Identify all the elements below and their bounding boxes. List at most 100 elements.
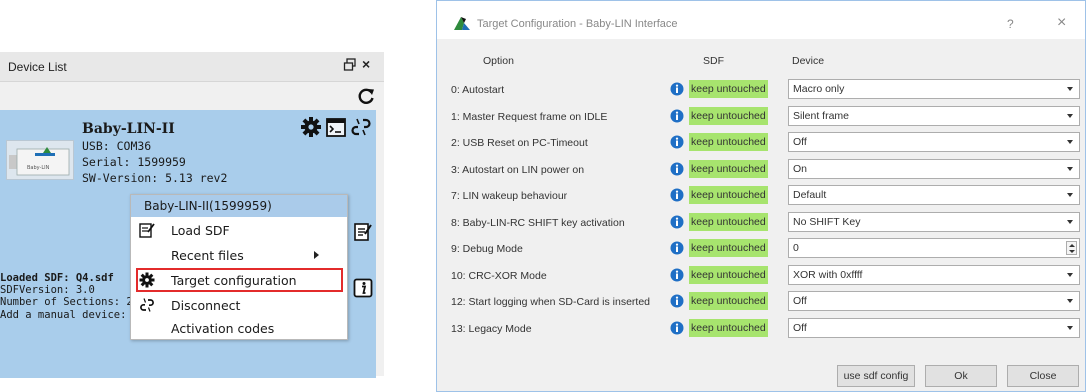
config-row: 12: Start logging when SD-Card is insert… <box>437 290 1085 312</box>
dialog-title: Target Configuration - Baby-LIN Interfac… <box>477 18 678 30</box>
device-value-dropdown[interactable]: Off <box>788 291 1080 311</box>
dropdown-arrow-icon <box>1067 113 1073 118</box>
device-value: On <box>793 162 808 175</box>
device-sw-version: SW-Version: 5.13 rev2 <box>82 171 228 185</box>
close-button[interactable]: Close <box>1007 365 1079 387</box>
config-row: 8: Baby-LIN-RC SHIFT key activation keep … <box>437 211 1085 233</box>
help-button[interactable]: ? <box>1007 17 1014 31</box>
sdf-value-badge: keep untouched <box>689 106 768 125</box>
config-option-label: 12: Start logging when SD-Card is insert… <box>451 296 651 308</box>
sdf-value-badge: keep untouched <box>689 159 768 178</box>
sdf-value-badge: keep untouched <box>689 212 768 231</box>
target-configuration-dialog: Target Configuration - Baby-LIN Interfac… <box>436 0 1086 392</box>
menu-item-target-configuration[interactable]: Target configuration <box>136 268 343 292</box>
dropdown-arrow-icon <box>1067 140 1073 144</box>
menu-item-activation-codes[interactable]: Activation codes <box>131 317 347 339</box>
device-value: Off <box>793 295 807 307</box>
device-value-dropdown[interactable]: Silent frame <box>788 105 1080 126</box>
device-value-dropdown[interactable]: XOR with 0xffff <box>788 264 1080 285</box>
menu-item-load-sdf[interactable]: Load SDF <box>131 219 347 241</box>
info-icon[interactable] <box>353 278 373 298</box>
ok-button[interactable]: Ok <box>925 365 997 387</box>
device-list-titlebar: Device List × <box>0 52 384 82</box>
config-option-label: 10: CRC-XOR Mode <box>451 269 547 282</box>
float-window-icon[interactable] <box>343 58 357 72</box>
column-header-option: Option <box>483 55 514 67</box>
config-row: 13: Legacy Mode keep untouched Off <box>437 317 1085 339</box>
info-icon[interactable] <box>670 135 684 149</box>
disconnect-icon[interactable] <box>350 116 372 138</box>
menu-item-disconnect[interactable]: Disconnect <box>131 294 347 316</box>
device-value: Default <box>793 189 827 201</box>
spinner-arrows-icon[interactable] <box>1066 241 1077 255</box>
dialog-close-button[interactable]: × <box>1057 14 1066 32</box>
device-value: XOR with 0xffff <box>793 268 863 281</box>
close-icon[interactable]: × <box>362 57 376 71</box>
info-icon[interactable] <box>670 268 684 282</box>
info-icon[interactable] <box>670 188 684 202</box>
dropdown-arrow-icon <box>1067 325 1073 330</box>
gear-icon <box>139 272 155 288</box>
device-list-title: Device List <box>8 60 67 74</box>
terminal-icon[interactable] <box>326 118 346 137</box>
device-usb-port: USB: COM36 <box>82 139 152 153</box>
refresh-icon[interactable] <box>356 86 376 106</box>
context-menu-header: Baby-LIN-II(1599959) <box>131 195 347 217</box>
dialog-titlebar: Target Configuration - Baby-LIN Interfac… <box>437 1 1085 39</box>
device-value: 0 <box>793 242 799 254</box>
info-icon[interactable] <box>670 162 684 176</box>
edit-document-icon <box>139 223 155 238</box>
info-icon[interactable] <box>670 321 684 335</box>
info-icon[interactable] <box>670 294 684 308</box>
device-value-dropdown[interactable]: On <box>788 158 1080 179</box>
device-value-dropdown[interactable]: Macro only <box>788 79 1080 99</box>
loaded-sdf-label: Loaded SDF: Q4.sdf <box>0 272 114 284</box>
dropdown-arrow-icon <box>1067 87 1073 91</box>
sdf-value-badge: keep untouched <box>689 292 768 310</box>
sdf-value-badge: keep untouched <box>689 239 768 257</box>
dropdown-arrow-icon <box>1067 219 1073 224</box>
dialog-body: Option SDF Device 0: Autostart keep untou… <box>437 39 1085 391</box>
device-thumbnail: Baby-LIN <box>6 140 74 180</box>
app-logo-icon <box>454 17 470 30</box>
menu-item-label: Recent files <box>171 248 244 263</box>
info-icon[interactable] <box>670 109 684 123</box>
device-value-dropdown[interactable]: Off <box>788 317 1080 338</box>
device-name: Baby-LIN-II <box>82 121 175 137</box>
add-manual-device-label: Add a manual device: <box>0 309 127 321</box>
info-icon[interactable] <box>670 215 684 229</box>
device-thumbnail-label: Baby-LIN <box>27 165 50 171</box>
config-option-label: 9: Debug Mode <box>451 243 523 255</box>
sdf-value-badge: keep untouched <box>689 318 768 337</box>
info-icon[interactable] <box>670 241 684 255</box>
sdf-value-badge: keep untouched <box>689 186 768 204</box>
device-value-dropdown[interactable]: No SHIFT Key <box>788 211 1080 232</box>
config-option-label: 7: LIN wakeup behaviour <box>451 190 568 202</box>
submenu-arrow-icon <box>314 251 319 259</box>
menu-item-label: Load SDF <box>171 223 230 238</box>
gear-icon[interactable] <box>300 116 322 138</box>
use-sdf-config-button[interactable]: use sdf config <box>837 365 915 387</box>
menu-item-recent-files[interactable]: Recent files <box>131 244 347 266</box>
menu-item-label: Disconnect <box>171 298 241 313</box>
device-value-dropdown[interactable]: Default <box>788 185 1080 205</box>
device-value: Macro only <box>793 83 845 95</box>
config-option-label: 3: Autostart on LIN power on <box>451 163 585 176</box>
disconnect-icon <box>140 298 154 312</box>
config-option-label: 1: Master Request frame on IDLE <box>451 110 608 123</box>
device-context-menu: Baby-LIN-II(1599959) Load SDF Recent fil… <box>130 194 348 340</box>
config-row: 2: USB Reset on PC-Timeout keep untouched… <box>437 131 1085 153</box>
menu-item-label: Activation codes <box>171 321 275 336</box>
device-value-dropdown[interactable]: Off <box>788 132 1080 152</box>
device-value-spinbox[interactable]: 0 <box>788 238 1080 258</box>
dropdown-arrow-icon <box>1067 193 1073 197</box>
config-option-label: 0: Autostart <box>451 84 505 96</box>
config-row: 9: Debug Mode keep untouched 0 <box>437 237 1085 259</box>
info-icon[interactable] <box>670 82 684 96</box>
menu-item-label: Target configuration <box>171 273 297 288</box>
edit-document-icon[interactable] <box>354 222 372 242</box>
sdf-value-badge: keep untouched <box>689 133 768 151</box>
config-row: 10: CRC-XOR Mode keep untouched XOR with 0… <box>437 264 1085 286</box>
config-option-label: 2: USB Reset on PC-Timeout <box>451 137 588 149</box>
device-value: Silent frame <box>793 109 850 122</box>
